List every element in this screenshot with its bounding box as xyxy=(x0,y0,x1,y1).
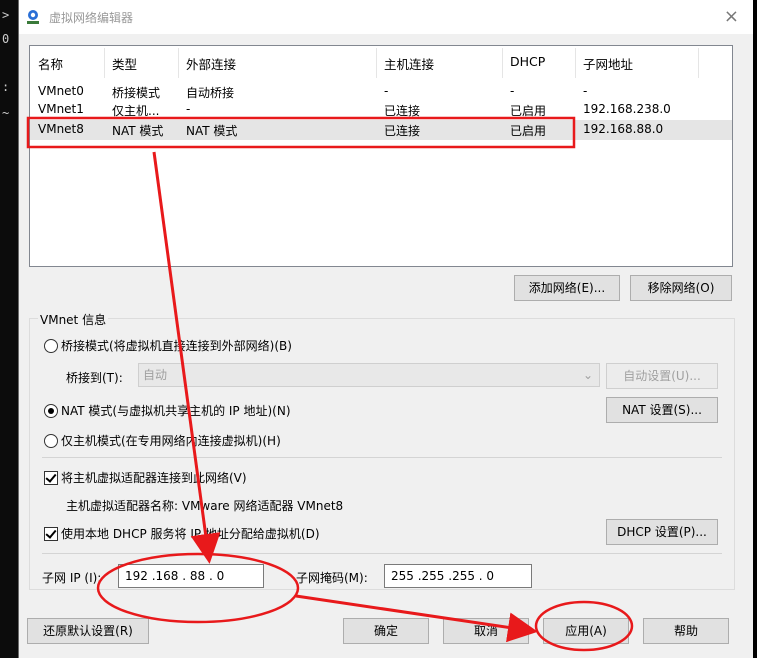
connect-adapter-checkbox[interactable]: 将主机虚拟适配器连接到此网络(V) xyxy=(44,469,247,486)
column-header-subnet[interactable]: 子网地址 xyxy=(583,54,633,73)
cell-type: 仅主机... xyxy=(112,104,160,118)
cell-host: 已连接 xyxy=(384,104,421,118)
radio-indicator xyxy=(44,338,58,353)
network-list-header: 名称 类型 外部连接 主机连接 DHCP 子网地址 xyxy=(30,52,732,73)
help-button[interactable]: 帮助 xyxy=(643,618,729,644)
column-header-external[interactable]: 外部连接 xyxy=(186,54,236,73)
terminal-line: > xyxy=(2,8,10,22)
cell-type: NAT 模式 xyxy=(112,124,164,138)
dhcp-settings-button[interactable]: DHCP 设置(P)... xyxy=(606,519,718,545)
network-editor-icon xyxy=(27,10,39,24)
auto-settings-button[interactable]: 自动设置(U)... xyxy=(606,363,718,389)
checkbox-indicator xyxy=(44,526,58,541)
nat-settings-button[interactable]: NAT 设置(S)... xyxy=(606,397,718,423)
cell-subnet: - xyxy=(583,84,588,98)
cell-host: - xyxy=(384,84,389,98)
restore-defaults-button[interactable]: 还原默认设置(R) xyxy=(27,618,149,644)
cell-subnet: 192.168.88.0 xyxy=(583,122,664,136)
use-dhcp-label: 使用本地 DHCP 服务将 IP 地址分配给虚拟机(D) xyxy=(61,527,320,541)
cell-external: - xyxy=(186,102,191,116)
subnet-ip-label: 子网 IP (I): xyxy=(42,571,102,585)
vmnet-info-title: VMnet 信息 xyxy=(38,311,109,328)
bridged-mode-radio[interactable]: 桥接模式(将虚拟机直接连接到外部网络)(B) xyxy=(44,337,292,354)
chevron-down-icon: ⌄ xyxy=(582,368,593,382)
cell-dhcp: 已启用 xyxy=(510,104,547,118)
cell-name: VMnet1 xyxy=(38,102,84,116)
cell-type: 桥接模式 xyxy=(112,86,161,100)
network-list[interactable]: 名称 类型 外部连接 主机连接 DHCP 子网地址 VMnet0 桥接模式 自动… xyxy=(29,45,733,267)
cell-host: 已连接 xyxy=(384,124,421,138)
bridged-mode-label: 桥接模式(将虚拟机直接连接到外部网络)(B) xyxy=(61,339,292,353)
vmnet-info-group: VMnet 信息 桥接模式(将虚拟机直接连接到外部网络)(B) 桥接到(T): … xyxy=(29,311,735,590)
cell-subnet: 192.168.238.0 xyxy=(583,102,671,116)
add-network-button[interactable]: 添加网络(E)... xyxy=(514,275,620,301)
terminal-line: : xyxy=(2,80,10,94)
table-row[interactable]: VMnet0 桥接模式 自动桥接 - - - xyxy=(30,82,732,100)
cell-name: VMnet8 xyxy=(38,122,84,136)
use-dhcp-checkbox[interactable]: 使用本地 DHCP 服务将 IP 地址分配给虚拟机(D) xyxy=(44,525,320,542)
column-header-type[interactable]: 类型 xyxy=(112,54,137,73)
terminal-line: 0 xyxy=(2,32,10,46)
virtual-network-editor-dialog: 虚拟网络编辑器 × 名称 类型 外部连接 主机连接 DHCP 子网地址 VMne… xyxy=(18,0,753,658)
checkbox-indicator xyxy=(44,470,58,485)
radio-indicator xyxy=(44,403,58,418)
bridge-to-label: 桥接到(T): xyxy=(66,371,123,385)
ok-button[interactable]: 确定 xyxy=(343,618,429,644)
cell-name: VMnet0 xyxy=(38,84,84,98)
cancel-button[interactable]: 取消 xyxy=(443,618,529,644)
cell-external: 自动桥接 xyxy=(186,86,235,100)
nat-mode-radio[interactable]: NAT 模式(与虚拟机共享主机的 IP 地址)(N) xyxy=(44,402,291,419)
apply-button[interactable]: 应用(A) xyxy=(543,618,629,644)
column-header-dhcp[interactable]: DHCP xyxy=(510,54,545,69)
remove-network-button[interactable]: 移除网络(O) xyxy=(630,275,732,301)
column-header-name[interactable]: 名称 xyxy=(38,54,63,73)
bridge-to-select[interactable]: 自动 ⌄ xyxy=(138,363,600,387)
terminal-line: ~ xyxy=(2,106,10,120)
column-header-host[interactable]: 主机连接 xyxy=(384,54,434,73)
bridge-to-value: 自动 xyxy=(143,368,168,382)
close-icon[interactable]: × xyxy=(724,6,739,27)
cell-dhcp: 已启用 xyxy=(510,124,547,138)
cell-dhcp: - xyxy=(510,84,515,98)
subnet-mask-label: 子网掩码(M): xyxy=(296,571,368,585)
host-only-radio[interactable]: 仅主机模式(在专用网络内连接虚拟机)(H) xyxy=(44,432,281,449)
title-bar: 虚拟网络编辑器 × xyxy=(19,0,753,34)
window-title: 虚拟网络编辑器 xyxy=(49,11,134,25)
radio-indicator xyxy=(44,433,58,448)
terminal-background: > 0 : ~ xyxy=(0,0,20,658)
host-only-label: 仅主机模式(在专用网络内连接虚拟机)(H) xyxy=(61,434,281,448)
table-row[interactable]: VMnet1 仅主机... - 已连接 已启用 192.168.238.0 xyxy=(30,100,732,118)
connect-adapter-label: 将主机虚拟适配器连接到此网络(V) xyxy=(61,471,247,485)
subnet-ip-field[interactable]: 192 .168 . 88 . 0 xyxy=(118,564,264,588)
adapter-name-label: 主机虚拟适配器名称: VMware 网络适配器 VMnet8 xyxy=(66,499,344,513)
table-row-selected[interactable]: VMnet8 NAT 模式 NAT 模式 已连接 已启用 192.168.88.… xyxy=(30,120,732,140)
nat-mode-label: NAT 模式(与虚拟机共享主机的 IP 地址)(N) xyxy=(61,404,291,418)
subnet-mask-field[interactable]: 255 .255 .255 . 0 xyxy=(384,564,532,588)
cell-external: NAT 模式 xyxy=(186,124,238,138)
